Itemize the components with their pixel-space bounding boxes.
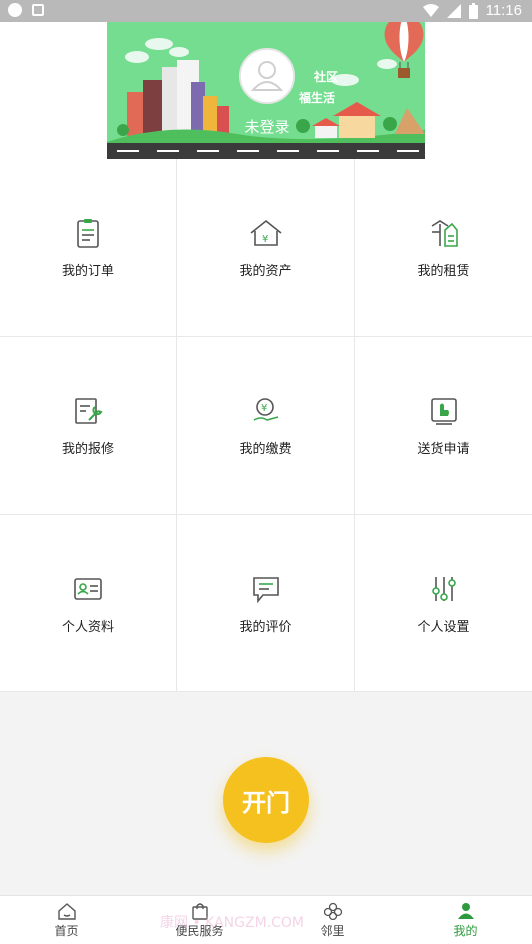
house-yen-icon: ¥ (249, 216, 283, 250)
grid-label: 个人设置 (417, 619, 470, 635)
grid-item-settings[interactable]: 个人设置 (355, 515, 532, 692)
grid-label: 送货申请 (417, 442, 470, 457)
notification-icon (8, 3, 22, 17)
clock: 11:16 (485, 2, 522, 19)
grid-item-rent[interactable]: 我的租赁 (355, 159, 532, 337)
nav-neighbors[interactable]: 邻里 (266, 896, 399, 944)
nav-mine[interactable]: 我的 (399, 896, 532, 944)
grid-label: 我的订单 (61, 264, 114, 279)
shopping-bag-icon (191, 902, 208, 920)
grid-label: 我的租赁 (417, 264, 470, 279)
grid-label: 个人资料 (61, 619, 114, 635)
signal-icon (446, 3, 461, 18)
user-placeholder-icon (250, 61, 284, 91)
login-status[interactable]: 未登录 (232, 116, 302, 137)
grid-label: 我的资产 (239, 264, 292, 279)
nav-label: 便民服务 (175, 923, 224, 938)
user-icon (457, 902, 474, 919)
bottom-nav: 首页 便民服务 邻里 我的 (0, 895, 532, 944)
grid-item-repair[interactable]: 我的报修 (0, 337, 177, 515)
id-card-icon (71, 572, 105, 606)
repair-wrench-icon (71, 394, 105, 428)
svg-text:¥: ¥ (261, 403, 267, 414)
app-notification-icon (32, 4, 44, 16)
app-screen: 11:16 社区 福生活 未登录 我的订单 ¥ 我的资产 我的租赁 我的报修 ¥… (0, 0, 532, 944)
clipboard-icon (71, 216, 105, 250)
svg-text:¥: ¥ (262, 234, 268, 245)
open-door-button[interactable]: 开门 (223, 757, 309, 843)
avatar[interactable] (239, 48, 295, 104)
sliders-icon (427, 572, 461, 606)
grid-item-delivery[interactable]: 送货申请 (355, 337, 532, 515)
payment-yen-icon: ¥ (249, 394, 283, 428)
home-icon (57, 902, 76, 920)
grid-item-orders[interactable]: 我的订单 (0, 159, 177, 337)
comment-icon (249, 572, 283, 606)
profile-header: 社区 福生活 未登录 (0, 22, 532, 159)
grid-item-reviews[interactable]: 我的评价 (177, 515, 355, 692)
balloon-icon (384, 22, 424, 78)
battery-icon (468, 2, 478, 19)
rent-building-icon (427, 216, 461, 250)
nav-label: 首页 (54, 923, 79, 938)
nav-label: 邻里 (320, 923, 345, 938)
grid-item-assets[interactable]: ¥ 我的资产 (177, 159, 355, 337)
nav-label: 我的 (453, 923, 478, 938)
wifi-icon (422, 3, 439, 17)
grid-label: 我的缴费 (239, 442, 292, 457)
status-bar: 11:16 (0, 0, 532, 22)
grid-label: 我的评价 (239, 619, 292, 635)
nav-services[interactable]: 便民服务 (133, 896, 266, 944)
banner-text-2: 福生活 (299, 91, 336, 105)
banner-text-1: 社区 (314, 70, 339, 84)
nav-home[interactable]: 首页 (0, 896, 133, 944)
grid-label: 我的报修 (61, 442, 114, 457)
function-grid: 我的订单 ¥ 我的资产 我的租赁 我的报修 ¥ 我的缴费 送货申请 个人资料 我… (0, 159, 532, 692)
grid-item-profile[interactable]: 个人资料 (0, 515, 177, 692)
clover-icon (323, 902, 342, 920)
delivery-hand-icon (427, 394, 461, 428)
grid-item-payment[interactable]: ¥ 我的缴费 (177, 337, 355, 515)
